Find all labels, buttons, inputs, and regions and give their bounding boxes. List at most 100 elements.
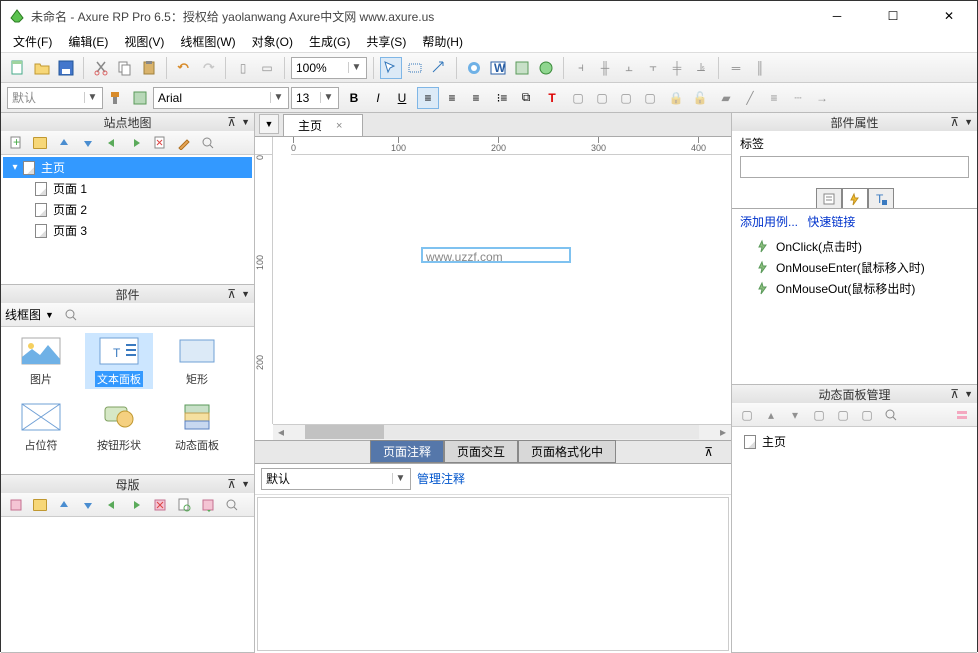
- menu-help[interactable]: 帮助(H): [414, 31, 471, 52]
- search-button[interactable]: [221, 494, 243, 516]
- bullet-button[interactable]: ⁝≡: [491, 87, 513, 109]
- move-right-button[interactable]: [125, 494, 147, 516]
- menu-edit[interactable]: 编辑(E): [60, 31, 116, 52]
- annotation-input[interactable]: [262, 469, 392, 489]
- move-left-button[interactable]: [101, 132, 123, 154]
- behavior-button[interactable]: [197, 494, 219, 516]
- chevron-down-icon[interactable]: ▼: [241, 289, 250, 299]
- tree-item-root[interactable]: ▾ 主页: [3, 157, 252, 178]
- chevron-down-icon[interactable]: ▼: [241, 479, 250, 489]
- chevron-down-icon[interactable]: ▼: [964, 117, 973, 127]
- fill-button[interactable]: ▰: [715, 87, 737, 109]
- add-state-button[interactable]: ▢: [736, 404, 758, 426]
- menu-wireframe[interactable]: 线框图(W): [172, 31, 243, 52]
- font-size-combo[interactable]: ▼: [291, 87, 339, 109]
- text-align-left-button[interactable]: ≡: [417, 87, 439, 109]
- tree-item-root[interactable]: 主页: [736, 431, 973, 452]
- menu-view[interactable]: 视图(V): [116, 31, 172, 52]
- share-button[interactable]: [535, 57, 557, 79]
- new-button[interactable]: [7, 57, 29, 79]
- redo-button[interactable]: [197, 57, 219, 79]
- line-style-button[interactable]: ┈: [787, 87, 809, 109]
- menu-object[interactable]: 对象(O): [244, 31, 301, 52]
- align-left-button[interactable]: ⫞: [570, 57, 592, 79]
- italic-button[interactable]: I: [367, 87, 389, 109]
- align-center-button[interactable]: ╫: [594, 57, 616, 79]
- font-input[interactable]: [154, 88, 270, 108]
- distribute-v-button[interactable]: ║: [749, 57, 771, 79]
- widget-image[interactable]: 图片: [7, 333, 75, 389]
- tab-main[interactable]: 主页 ×: [283, 114, 363, 136]
- tree-item[interactable]: 页面 1: [3, 178, 252, 199]
- widget-dynamic-panel[interactable]: 动态面板: [163, 399, 231, 455]
- add-folder-button[interactable]: [29, 132, 51, 154]
- canvas[interactable]: www.uzzf.com: [273, 155, 731, 424]
- chevron-down-icon[interactable]: ▼: [241, 117, 250, 127]
- add-page-button[interactable]: +: [5, 132, 27, 154]
- close-button[interactable]: ✕: [929, 2, 969, 30]
- zoom-input[interactable]: [292, 58, 348, 78]
- widget-text-panel[interactable]: T 文本面板: [85, 333, 153, 389]
- order-back-button[interactable]: ▢: [591, 87, 613, 109]
- usage-button[interactable]: [173, 494, 195, 516]
- unlock-button[interactable]: 🔓: [689, 87, 711, 109]
- quick-link[interactable]: 快速链接: [807, 215, 855, 229]
- select-mode-button[interactable]: [380, 57, 402, 79]
- link-button[interactable]: ⧉: [515, 87, 537, 109]
- bold-button[interactable]: B: [343, 87, 365, 109]
- event-onmouseout[interactable]: OnMouseOut(鼠标移出时): [736, 278, 973, 299]
- delete-button[interactable]: [149, 494, 171, 516]
- pin-icon[interactable]: ⊼: [227, 477, 236, 491]
- zoom-combo[interactable]: ▼: [291, 57, 367, 79]
- scrollbar-horizontal[interactable]: ◂ ▸: [273, 424, 731, 440]
- style-input[interactable]: [8, 88, 84, 108]
- undo-button[interactable]: [173, 57, 195, 79]
- align-middle-button[interactable]: ╪: [666, 57, 688, 79]
- preview-button[interactable]: [463, 57, 485, 79]
- delete-page-button[interactable]: [149, 132, 171, 154]
- widget-rectangle[interactable]: 矩形: [163, 333, 231, 389]
- tab-page-formatting[interactable]: 页面格式化中: [518, 440, 616, 463]
- menu-share[interactable]: 共享(S): [358, 31, 414, 52]
- tree-item[interactable]: 页面 3: [3, 220, 252, 241]
- add-folder-button[interactable]: [29, 494, 51, 516]
- open-button[interactable]: [31, 57, 53, 79]
- font-size-input[interactable]: [292, 88, 320, 108]
- chevron-down-icon[interactable]: ▼: [348, 62, 364, 73]
- line-width-button[interactable]: ≡: [763, 87, 785, 109]
- search-button[interactable]: [880, 404, 902, 426]
- maximize-button[interactable]: ☐: [873, 2, 913, 30]
- ungroup-button[interactable]: ▭: [256, 57, 278, 79]
- manage-annotations-link[interactable]: 管理注释: [417, 470, 465, 487]
- pin-icon[interactable]: ⊼: [704, 445, 713, 459]
- duplicate-state-button[interactable]: ▢: [832, 404, 854, 426]
- pin-icon[interactable]: ⊼: [950, 115, 959, 129]
- cut-button[interactable]: [90, 57, 112, 79]
- contain-mode-button[interactable]: [404, 57, 426, 79]
- pin-icon[interactable]: ⊼: [227, 115, 236, 129]
- search-button[interactable]: [197, 132, 219, 154]
- copy-button[interactable]: [114, 57, 136, 79]
- chevron-down-icon[interactable]: ▼: [84, 92, 100, 103]
- add-case-link[interactable]: 添加用例...: [740, 215, 798, 229]
- menu-file[interactable]: 文件(F): [5, 31, 60, 52]
- widget-placeholder[interactable]: 占位符: [7, 399, 75, 455]
- group-button[interactable]: ▯: [232, 57, 254, 79]
- state-up-button[interactable]: ▴: [760, 404, 782, 426]
- chevron-down-icon[interactable]: ▼: [392, 473, 408, 484]
- align-right-button[interactable]: ⫠: [618, 57, 640, 79]
- edit-page-button[interactable]: [173, 132, 195, 154]
- chevron-down-icon[interactable]: ▼: [270, 92, 286, 103]
- line-button[interactable]: ╱: [739, 87, 761, 109]
- chevron-down-icon[interactable]: ▼: [320, 92, 336, 103]
- arrow-button[interactable]: →: [811, 87, 833, 109]
- save-button[interactable]: [55, 57, 77, 79]
- tab-page-interactions[interactable]: 页面交互: [444, 440, 518, 463]
- menu-generate[interactable]: 生成(G): [301, 31, 358, 52]
- underline-button[interactable]: U: [391, 87, 413, 109]
- lock-button[interactable]: 🔒: [665, 87, 687, 109]
- format-painter-button[interactable]: [105, 87, 127, 109]
- tab-formatting[interactable]: T: [868, 188, 894, 208]
- font-combo[interactable]: ▼: [153, 87, 289, 109]
- chevron-down-icon[interactable]: ▼: [45, 310, 54, 320]
